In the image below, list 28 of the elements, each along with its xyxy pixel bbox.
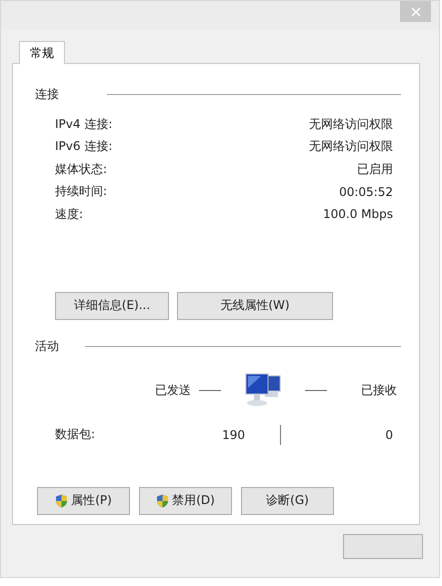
shield-icon bbox=[156, 494, 170, 508]
shield-icon bbox=[55, 494, 68, 508]
close-icon bbox=[410, 6, 420, 16]
group-title: 活动 bbox=[35, 338, 60, 354]
dialog-button[interactable]: 属性(P) bbox=[37, 486, 130, 514]
group-title: 连接 bbox=[35, 86, 60, 103]
dialog-button[interactable]: 禁用(D) bbox=[139, 486, 232, 514]
field-value: 无网络访问权限 bbox=[309, 116, 393, 133]
tab[interactable]: 常规 bbox=[19, 41, 65, 64]
field-label: IPv6 连接: bbox=[55, 138, 112, 156]
field-label: IPv4 连接: bbox=[55, 116, 112, 133]
dialog-button[interactable]: 诊断(G) bbox=[241, 486, 334, 514]
close-button[interactable] bbox=[400, 1, 431, 22]
field-label: 持续时间: bbox=[55, 183, 108, 200]
received-count: 0 bbox=[384, 428, 394, 442]
sent-label: 已发送 bbox=[155, 382, 191, 399]
field-value: 已启用 bbox=[357, 160, 393, 178]
field-value: 100.0 Mbps bbox=[322, 207, 393, 222]
packets-label: 数据包: bbox=[55, 426, 96, 443]
dialog-button[interactable]: 无线属性(W) bbox=[177, 292, 333, 320]
field-value: 00:05:52 bbox=[339, 184, 393, 199]
dialog-button[interactable]: 详细信息(E)... bbox=[55, 292, 169, 320]
field-label: 媒体状态: bbox=[55, 160, 108, 178]
received-label: 已接收 bbox=[361, 382, 397, 399]
field-value: 无网络访问权限 bbox=[309, 138, 393, 156]
sent-count: 190 bbox=[221, 428, 245, 442]
field-label: 速度: bbox=[55, 206, 84, 223]
dialog-button[interactable] bbox=[343, 534, 423, 559]
